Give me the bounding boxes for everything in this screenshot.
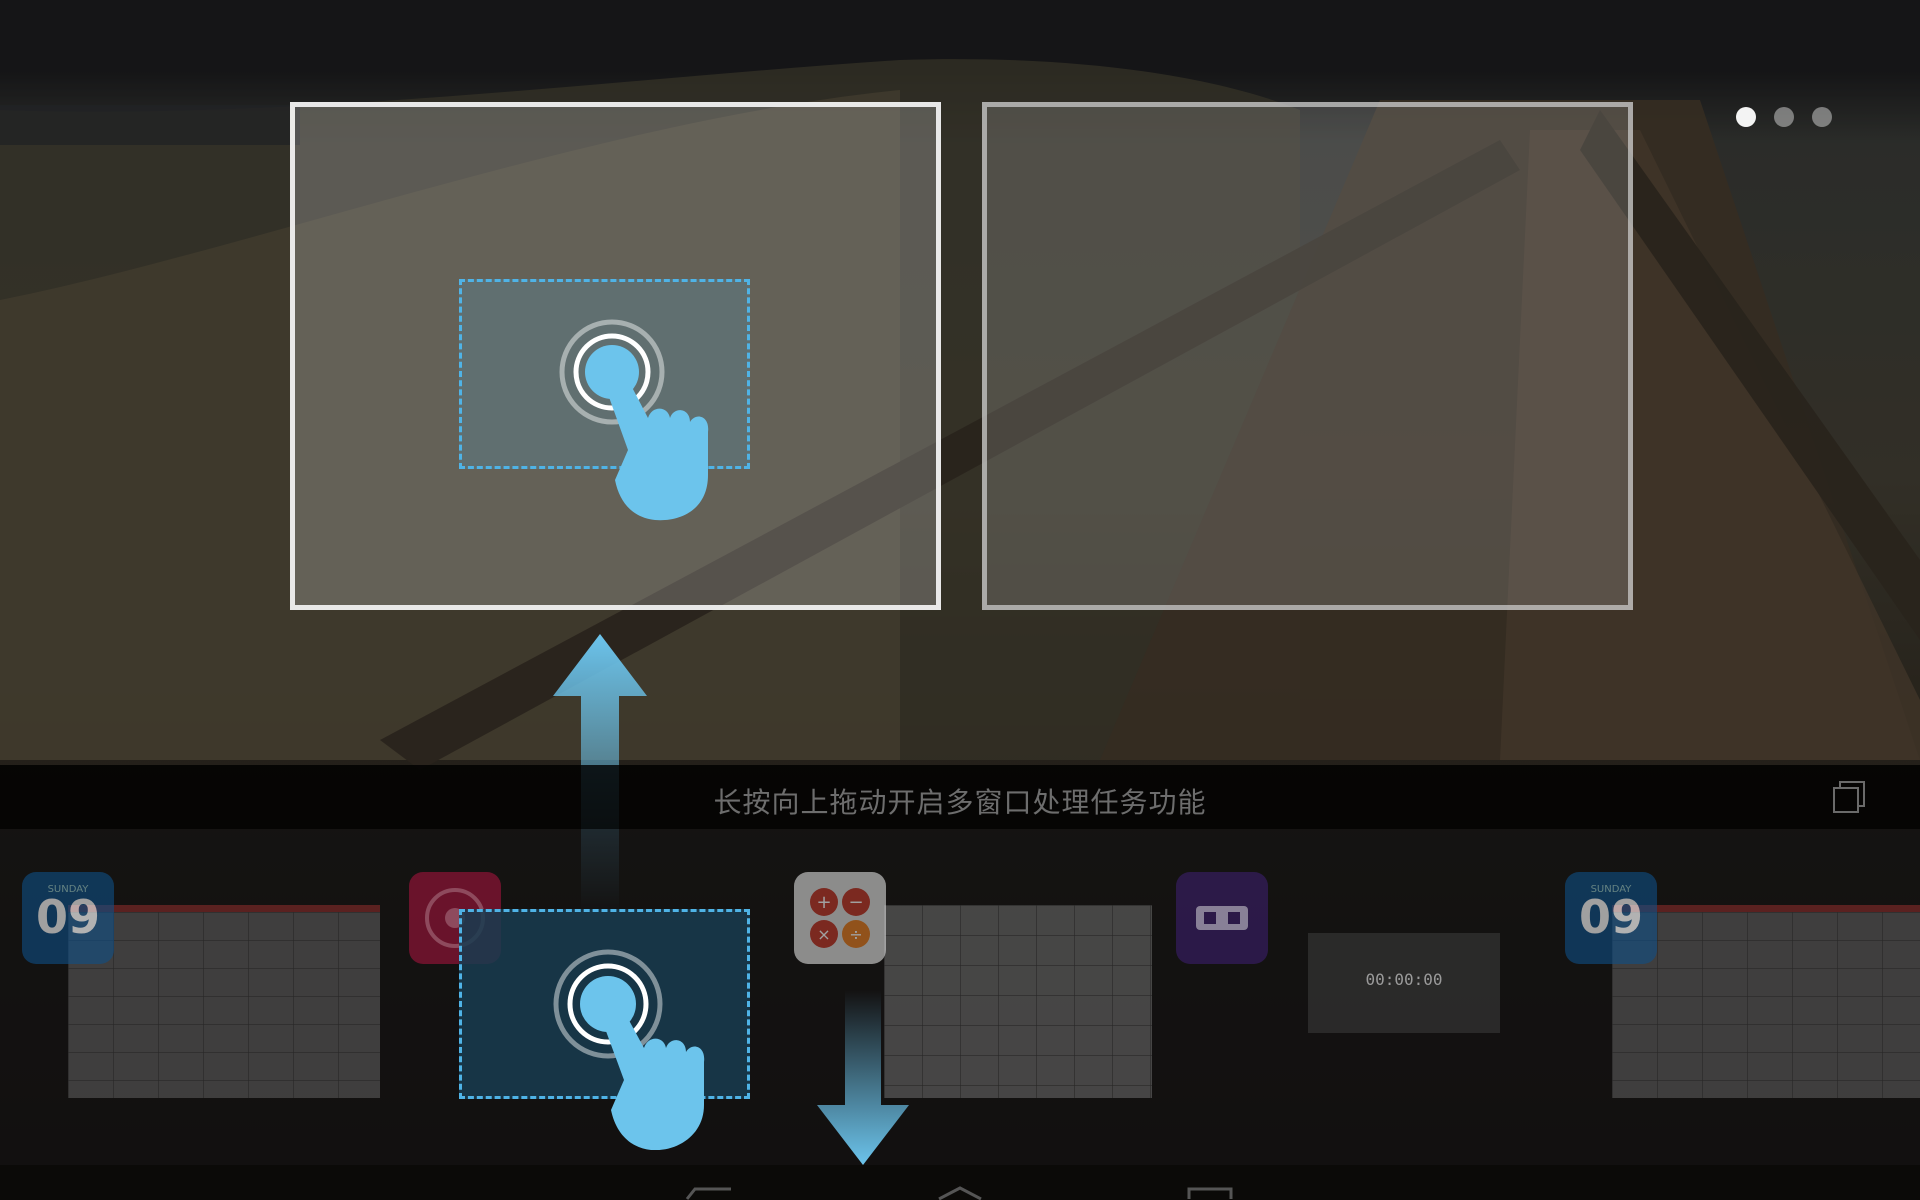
page-dot-1[interactable] xyxy=(1736,107,1756,127)
recent-thumb-calendar-2[interactable] xyxy=(1612,905,1920,1098)
tutorial-screen: 长按向上拖动开启多窗口处理任务功能 SUNDAY 09 + − × ÷ 00:0… xyxy=(0,0,1920,1200)
instruction-bar: 长按向上拖动开启多窗口处理任务功能 xyxy=(0,765,1920,829)
calendar-icon[interactable]: SUNDAY 09 xyxy=(22,872,114,964)
calendar-icon-2[interactable]: SUNDAY 09 xyxy=(1565,872,1657,964)
svg-text:+: + xyxy=(816,892,831,913)
calendar-day-number: 09 xyxy=(35,890,100,944)
recents-icon[interactable] xyxy=(1185,1185,1235,1200)
svg-text:−: − xyxy=(848,892,863,913)
svg-text:×: × xyxy=(817,925,830,944)
svg-text:÷: ÷ xyxy=(849,925,862,944)
multiwindow-slot-right[interactable] xyxy=(982,102,1633,610)
touch-hand-icon-top xyxy=(559,319,709,521)
page-indicator xyxy=(1736,107,1832,127)
touch-hand-icon-bottom xyxy=(553,949,705,1150)
calendar-day-number: 09 xyxy=(1578,890,1643,944)
calculator-icon[interactable]: + − × ÷ xyxy=(794,872,886,964)
multi-window-icon[interactable] xyxy=(1832,780,1866,814)
home-icon[interactable] xyxy=(935,1185,985,1200)
stopwatch-readout: 00:00:00 xyxy=(1365,970,1443,989)
recent-thumb-calendar[interactable] xyxy=(68,905,380,1098)
page-dot-2[interactable] xyxy=(1774,107,1794,127)
arrow-down-icon xyxy=(817,990,909,1165)
instruction-text: 长按向上拖动开启多窗口处理任务功能 xyxy=(713,786,1207,819)
back-icon[interactable] xyxy=(685,1185,735,1200)
clock-icon[interactable] xyxy=(1176,872,1268,964)
page-dot-3[interactable] xyxy=(1812,107,1832,127)
recent-thumb-calculator[interactable] xyxy=(884,905,1152,1098)
